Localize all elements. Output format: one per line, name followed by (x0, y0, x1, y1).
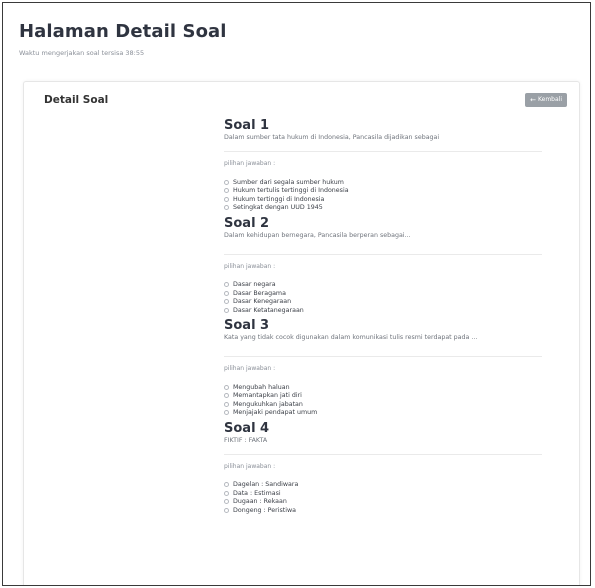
question-title: Soal 3 (224, 318, 270, 333)
question-title: Soal 2 (224, 215, 270, 231)
timer-text: Waktu mengerjakan soal tersisa 38:55 (19, 49, 145, 57)
divider (224, 151, 542, 152)
radio-button[interactable] (224, 410, 229, 415)
answer-option[interactable]: Data : Estimasi (224, 489, 542, 497)
question-text: Dalam kehidupan bernegara, Pancasila ber… (224, 231, 411, 239)
answer-option[interactable]: Hukum tertinggi di Indonesia (224, 195, 542, 203)
answer-option[interactable]: Menjajaki pendapat umum (224, 409, 542, 417)
question-3: Soal 3 Kata yang tidak cocok digunakan d… (224, 318, 542, 417)
question-text: Kata yang tidak cocok digunakan dalam ko… (224, 334, 478, 341)
radio-button[interactable] (224, 490, 229, 496)
answer-option[interactable]: Sumber dari segala sumber hukum (224, 178, 542, 186)
option-text: Dugaan : Rekaan (233, 498, 287, 505)
option-text: Mengubah haluan (233, 383, 290, 391)
radio-button[interactable] (224, 307, 229, 313)
radio-button[interactable] (224, 205, 229, 210)
answer-option[interactable]: Setingkat dengan UUD 1945 (224, 204, 542, 212)
option-text: Dasar Kenegaraan (233, 298, 292, 305)
arrow-left-icon: ← (530, 96, 536, 104)
answer-option[interactable]: Dagelan : Sandiwara (224, 481, 542, 489)
question-2: Soal 2 Dalam kehidupan bernegara, Pancas… (224, 216, 542, 315)
option-text: Dasar Beragama (233, 289, 286, 297)
divider (224, 253, 542, 255)
question-list: Soal 1 Dalam sumber tata hukum di Indone… (224, 118, 542, 518)
radio-button[interactable] (224, 196, 229, 202)
option-text: Memantapkan jati diri (233, 392, 302, 399)
radio-button[interactable] (224, 188, 229, 193)
option-text: Sumber dari segala sumber hukum (233, 178, 344, 186)
radio-button[interactable] (224, 499, 229, 504)
radio-button[interactable] (224, 507, 229, 513)
radio-button[interactable] (224, 179, 229, 185)
detail-card: Detail Soal ← Kembali Soal 1 Dalam sumbe… (23, 81, 580, 585)
option-text: Hukum tertulis tertinggi di Indonesia (233, 187, 349, 194)
divider (224, 453, 542, 455)
question-title: Soal 1 (224, 118, 270, 133)
answer-option[interactable]: Dongeng : Peristiwa (224, 506, 542, 514)
question-4: Soal 4 FIKTIF : FAKTA pilihan jawaban : … (224, 421, 542, 515)
answer-option[interactable]: Dasar Beragama (224, 289, 542, 297)
card-title: Detail Soal (44, 94, 109, 106)
answer-label: pilihan jawaban : (224, 365, 276, 372)
question-text: Dalam sumber tata hukum di Indonesia, Pa… (224, 134, 440, 141)
answer-option[interactable]: Mengukuhkan jabatan (224, 400, 542, 408)
option-text: Data : Estimasi (233, 489, 281, 497)
back-button[interactable]: ← Kembali (525, 93, 567, 107)
divider (224, 356, 542, 357)
answer-option[interactable]: Dugaan : Rekaan (224, 498, 542, 506)
option-text: Dongeng : Peristiwa (233, 506, 296, 514)
question-1: Soal 1 Dalam sumber tata hukum di Indone… (224, 118, 542, 212)
answer-option[interactable]: Dasar negara (224, 281, 542, 289)
radio-button[interactable] (224, 384, 229, 390)
radio-button[interactable] (224, 401, 229, 407)
answer-option[interactable]: Dasar Ketatanegaraan (224, 306, 542, 314)
answer-label: pilihan jawaban : (224, 462, 276, 470)
radio-button[interactable] (224, 393, 229, 398)
answer-option[interactable]: Memantapkan jati diri (224, 392, 542, 400)
answer-label: pilihan jawaban : (224, 160, 276, 167)
radio-button[interactable] (224, 282, 229, 287)
page-title: Halaman Detail Soal (19, 21, 227, 42)
option-text: Dasar negara (233, 281, 276, 288)
answer-label: pilihan jawaban : (224, 262, 276, 270)
answer-option[interactable]: Dasar Kenegaraan (224, 298, 542, 306)
radio-button[interactable] (224, 290, 229, 296)
radio-button[interactable] (224, 299, 229, 304)
option-text: Dagelan : Sandiwara (233, 481, 299, 488)
option-text: Menjajaki pendapat umum (233, 409, 318, 416)
question-text: FIKTIF : FAKTA (224, 436, 268, 444)
back-button-label: Kembali (538, 96, 562, 103)
radio-button[interactable] (224, 482, 229, 487)
app-window: Halaman Detail Soal Waktu mengerjakan so… (2, 2, 591, 586)
option-text: Dasar Ketatanegaraan (233, 306, 304, 314)
answer-option[interactable]: Mengubah haluan (224, 383, 542, 391)
question-title: Soal 4 (224, 420, 270, 436)
answer-option[interactable]: Hukum tertulis tertinggi di Indonesia (224, 187, 542, 195)
option-text: Hukum tertinggi di Indonesia (233, 195, 325, 203)
option-text: Setingkat dengan UUD 1945 (233, 204, 323, 211)
option-text: Mengukuhkan jabatan (233, 400, 303, 408)
